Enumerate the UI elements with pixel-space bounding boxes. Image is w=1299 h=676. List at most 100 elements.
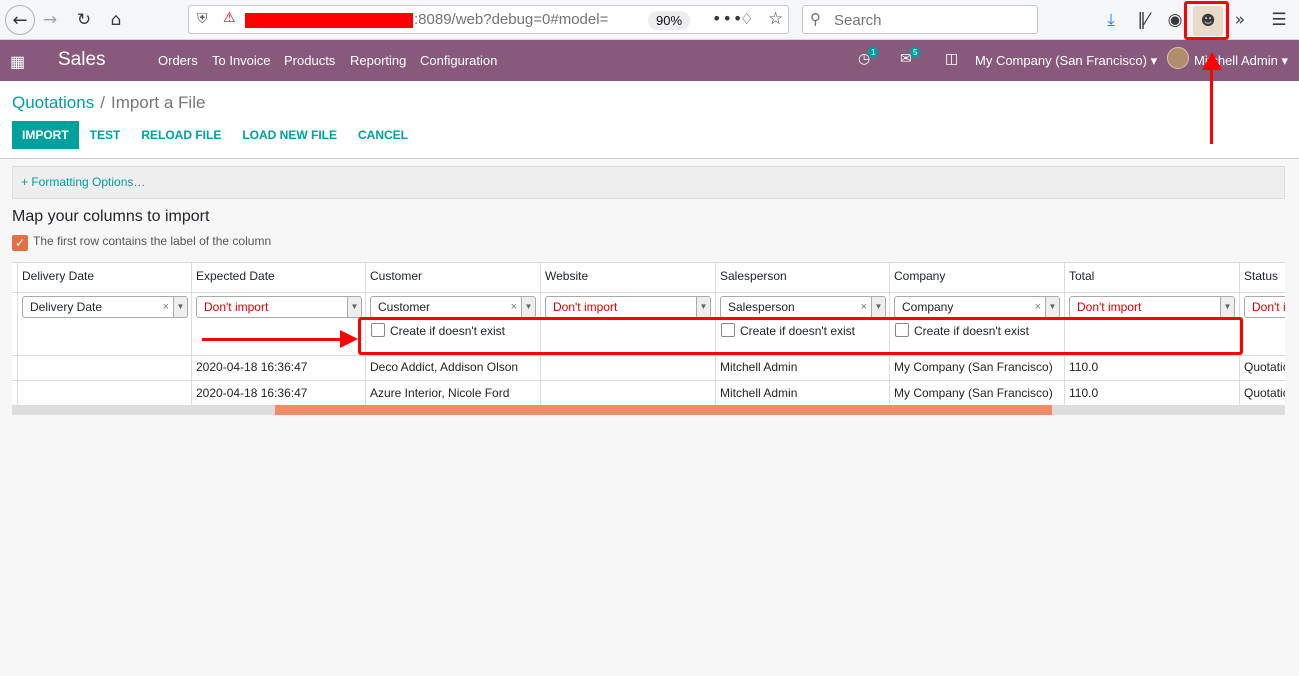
overflow-chevron-icon[interactable]: »: [1228, 8, 1252, 32]
messages-icon[interactable]: ✉ 5: [900, 47, 921, 67]
clear-selection-icon[interactable]: ×: [861, 297, 867, 317]
library-icon[interactable]: ‖⁄: [1131, 8, 1155, 32]
column-header: Company: [894, 269, 946, 283]
dropdown-arrow-icon[interactable]: ▼: [871, 297, 885, 317]
field-mapping-select[interactable]: Don't import▼: [1069, 296, 1235, 318]
url-bar[interactable]: ⛨ ⚠ :8089/web?debug=0#model= 90% ••• ♢ ☆: [188, 5, 789, 34]
dropdown-arrow-icon[interactable]: ▼: [1220, 297, 1234, 317]
import-button[interactable]: Import: [12, 121, 79, 149]
search-icon: ⚲: [810, 10, 821, 28]
table-cell: Quotation: [1244, 386, 1285, 400]
field-mapping-select[interactable]: Don't import ▼: [545, 296, 711, 318]
map-columns-title: Map your columns to import: [12, 208, 210, 225]
column-header: Status: [1244, 269, 1279, 283]
dropdown-arrow-icon[interactable]: ▼: [173, 297, 187, 317]
user-avatar[interactable]: [1167, 47, 1189, 69]
formatting-options-toggle[interactable]: + Formatting Options…: [12, 166, 1285, 199]
breadcrumb-separator: /: [100, 93, 105, 112]
checked-checkbox-icon[interactable]: ✓: [12, 235, 28, 251]
table-cell: 2020-04-18 16:36:47: [196, 386, 308, 400]
field-mapping-value: Don't import: [204, 300, 269, 314]
test-button[interactable]: Test: [80, 121, 131, 149]
dropdown-arrow-icon[interactable]: ▼: [1045, 297, 1059, 317]
company-switcher[interactable]: My Company (San Francisco) ▾: [975, 53, 1157, 69]
dropdown-arrow-icon[interactable]: ▼: [347, 297, 361, 317]
breadcrumb-quotations[interactable]: Quotations: [12, 93, 94, 112]
menu-reporting[interactable]: Reporting: [350, 53, 406, 68]
import-actions: Import Test Reload File Load New File Ca…: [12, 121, 419, 149]
table-cell: My Company (San Francisco): [894, 386, 1053, 400]
apps-grid-icon[interactable]: ▦: [10, 52, 25, 72]
annotation-arrowhead-up: [1202, 52, 1222, 70]
column-header: Customer: [370, 269, 423, 283]
column: Expected Date Don't import ▼ 2020-04-18 16:…: [191, 263, 365, 405]
annotation-extension-highlight: [1184, 1, 1229, 40]
clear-selection-icon[interactable]: ×: [511, 297, 517, 317]
scrollbar-thumb[interactable]: [275, 405, 1052, 415]
table-cell: 110.0: [1069, 386, 1099, 400]
first-row-header-option[interactable]: ✓ The first row contains the label of the…: [12, 234, 271, 251]
browser-search-input[interactable]: ⚲ Search: [802, 5, 1038, 34]
bookmark-star-icon[interactable]: ☆: [768, 9, 783, 29]
dropdown-arrow-icon[interactable]: ▼: [696, 297, 710, 317]
gift-icon[interactable]: ◫: [945, 50, 958, 67]
app-brand[interactable]: Sales: [58, 49, 106, 71]
field-mapping-select[interactable]: Salesperson × ▼: [720, 296, 886, 318]
table-cell: Azure Interior, Nicole Ford: [370, 386, 510, 400]
clear-selection-icon[interactable]: ×: [163, 297, 169, 317]
column-header: Delivery Date: [22, 269, 95, 283]
field-mapping-select[interactable]: Delivery Date × ▼: [22, 296, 188, 318]
menu-configuration[interactable]: Configuration: [420, 53, 497, 68]
field-mapping-value: Don't import: [553, 300, 618, 314]
dropdown-arrow-icon[interactable]: ▼: [521, 297, 535, 317]
breadcrumb-current: Import a File: [110, 93, 206, 112]
back-arrow-icon[interactable]: ←: [5, 5, 35, 35]
cancel-button[interactable]: Cancel: [348, 121, 418, 149]
menu-orders[interactable]: Orders: [158, 53, 198, 68]
first-row-label: The first row contains the label of the …: [33, 234, 272, 248]
page-actions-icon[interactable]: •••: [712, 9, 743, 28]
menu-products[interactable]: Products: [284, 53, 335, 68]
browser-toolbar: ← → ↻ ⌂ ⛨ ⚠ :8089/web?debug=0#model= 90%…: [0, 0, 1299, 40]
pocket-icon[interactable]: ♢: [740, 10, 753, 28]
reload-icon[interactable]: ↻: [72, 8, 96, 32]
table-cell: Mitchell Admin: [720, 386, 798, 400]
field-mapping-value: Salesperson: [728, 300, 795, 314]
forward-arrow-icon[interactable]: →: [38, 8, 62, 32]
hamburger-menu-icon[interactable]: ☰: [1267, 8, 1291, 32]
control-panel: Quotations / Import a File Import Test Rel…: [0, 81, 1299, 159]
insecure-lock-icon[interactable]: ⚠: [223, 10, 236, 26]
zoom-indicator[interactable]: 90%: [648, 11, 691, 30]
breadcrumb: Quotations / Import a File: [12, 93, 205, 113]
column-header: Expected Date: [196, 269, 275, 283]
caret-down-icon: ▾: [1150, 53, 1158, 68]
annotation-create-options-highlight: [358, 317, 1243, 355]
horizontal-scrollbar[interactable]: [12, 405, 1285, 415]
field-mapping-select[interactable]: Don't import ▼: [196, 296, 362, 318]
annotation-up-arrow: [1210, 58, 1213, 144]
shield-icon[interactable]: ⛨: [197, 11, 208, 27]
annotation-right-arrow: [202, 338, 344, 341]
caret-down-icon: ▾: [1281, 53, 1288, 68]
field-mapping-value: Company: [902, 300, 954, 314]
clear-selection-icon[interactable]: ×: [1035, 297, 1041, 317]
field-mapping-select[interactable]: Don't import▼: [1244, 296, 1285, 318]
table-cell: Quotation: [1244, 360, 1285, 374]
url-text[interactable]: :8089/web?debug=0#model=: [414, 11, 608, 28]
reload-file-button[interactable]: Reload File: [131, 121, 231, 149]
load-new-file-button[interactable]: Load New File: [232, 121, 347, 149]
menu-to-invoice[interactable]: To Invoice: [212, 53, 271, 68]
field-mapping-select[interactable]: Customer × ▼: [370, 296, 536, 318]
column-header: Total: [1069, 269, 1095, 283]
field-mapping-select[interactable]: Company × ▼: [894, 296, 1060, 318]
field-mapping-value: Customer: [378, 300, 431, 314]
download-icon[interactable]: ⤓: [1099, 8, 1123, 32]
activity-clock-icon[interactable]: ◷ 1: [858, 47, 879, 67]
column-header: Website: [545, 269, 589, 283]
company-name: My Company (San Francisco): [975, 53, 1147, 68]
table-cell: My Company (San Francisco): [894, 360, 1053, 374]
table-cell: 2020-04-18 16:36:47: [196, 360, 308, 374]
column: Status Don't import▼ Quotation Quotation: [1239, 263, 1285, 405]
home-icon[interactable]: ⌂: [104, 8, 128, 32]
table-cell: 110.0: [1069, 360, 1099, 374]
